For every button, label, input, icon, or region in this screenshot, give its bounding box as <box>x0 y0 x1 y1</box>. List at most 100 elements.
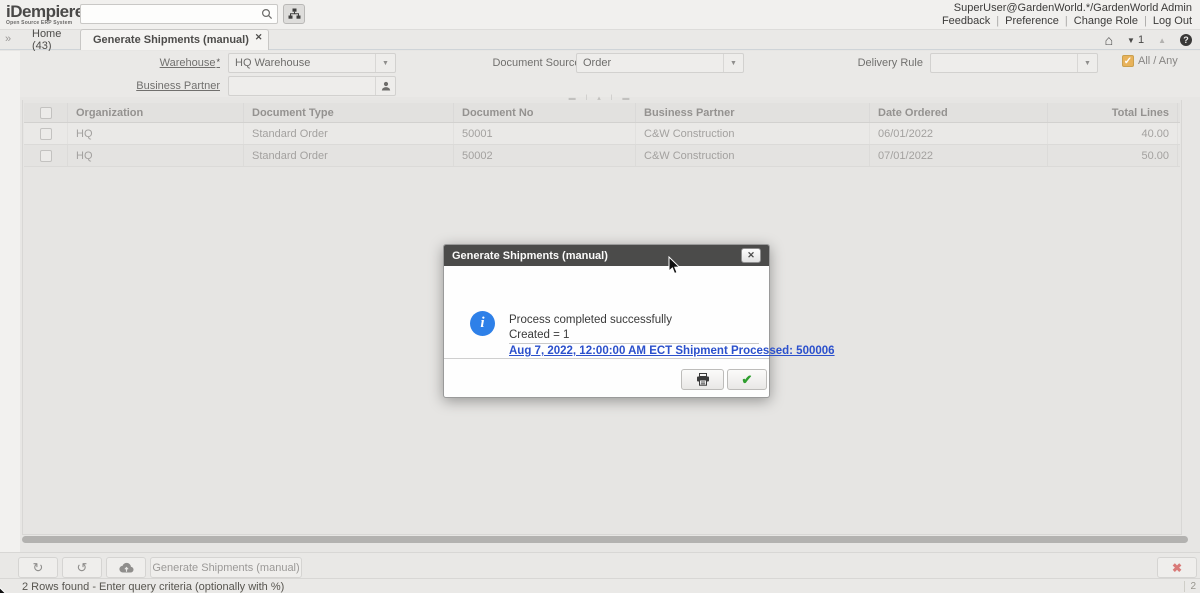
document-source-combobox[interactable]: Order ▼ <box>576 53 744 73</box>
bottom-toolbar: ↻ ↺ Generate Shipments (manual) ✖ <box>0 552 1200 578</box>
chevron-up-icon[interactable]: ▲ <box>1158 36 1166 45</box>
table-row[interactable]: HQ Standard Order 50001 C&W Construction… <box>24 123 1180 145</box>
tab-close-icon[interactable]: ✕ <box>255 32 263 43</box>
home-icon[interactable]: ⌂ <box>1105 32 1113 48</box>
tab-label: Generate Shipments (manual) <box>93 34 249 46</box>
delivery-rule-combobox[interactable]: ▼ <box>930 53 1098 73</box>
search-icon[interactable] <box>257 5 277 23</box>
mouse-cursor-artifact <box>0 584 9 593</box>
business-partner-label: Business Partner <box>125 80 220 92</box>
cell-total-lines: 50.00 <box>1048 145 1178 166</box>
generate-shipments-button[interactable]: Generate Shipments (manual) <box>150 557 302 578</box>
document-source-label: Document Source <box>475 57 585 69</box>
delivery-rule-value <box>931 54 1077 72</box>
reset-button[interactable]: ↺ <box>62 557 102 578</box>
tab-bar: » Home (43) Generate Shipments (manual) … <box>0 30 1200 50</box>
chevron-down-icon[interactable]: ▼ <box>1077 54 1097 72</box>
app-logo-title: iDempiere <box>6 2 84 22</box>
dialog-body: i Process completed successfully Created… <box>444 266 769 358</box>
application-window: iDempiere Open Source ERP System SuperUs… <box>0 0 1200 593</box>
collapsed-west-panel[interactable] <box>0 51 20 578</box>
horizontal-scrollbar[interactable] <box>22 536 1188 543</box>
cell-total-lines: 40.00 <box>1048 123 1178 144</box>
export-button[interactable] <box>106 557 146 578</box>
dialog-close-button[interactable]: ✕ <box>741 248 761 263</box>
row-select-cell <box>24 145 68 166</box>
chevron-down-icon[interactable]: ▼ <box>375 54 395 72</box>
window-selector[interactable]: ▼ 1 <box>1127 34 1144 46</box>
cancel-button[interactable]: ✖ <box>1157 557 1197 578</box>
all-any-checkbox[interactable]: ✓ All / Any <box>1122 55 1178 67</box>
cell-document-no: 50002 <box>454 145 636 166</box>
divider: | <box>996 15 999 27</box>
sitemap-button[interactable] <box>283 4 305 24</box>
dialog-titlebar[interactable]: Generate Shipments (manual) ✕ <box>444 245 769 266</box>
column-header-business-partner[interactable]: Business Partner <box>636 103 870 122</box>
table-header-row: Organization Document Type Document No B… <box>24 103 1180 123</box>
preference-link[interactable]: Preference <box>1005 15 1059 27</box>
cell-date-ordered: 06/01/2022 <box>870 123 1048 144</box>
expand-sidebar-icon[interactable]: » <box>5 33 11 45</box>
status-row-count: 2 <box>1184 581 1196 592</box>
status-bar: 2 Rows found - Enter query criteria (opt… <box>0 578 1200 593</box>
undo-icon: ↺ <box>77 560 88 576</box>
table-row[interactable]: HQ Standard Order 50002 C&W Construction… <box>24 145 1180 167</box>
user-role-info: SuperUser@GardenWorld.*/GardenWorld Admi… <box>954 2 1192 14</box>
chevron-down-icon[interactable]: ▼ <box>723 54 743 72</box>
help-icon[interactable]: ? <box>1180 34 1192 46</box>
warehouse-value: HQ Warehouse <box>229 54 375 72</box>
column-header-document-no[interactable]: Document No <box>454 103 636 122</box>
cell-business-partner: C&W Construction <box>636 123 870 144</box>
ok-button[interactable]: ✔ <box>727 369 767 390</box>
change-role-link[interactable]: Change Role <box>1074 15 1138 27</box>
status-message: 2 Rows found - Enter query criteria (opt… <box>22 581 284 593</box>
message-divider <box>509 343 759 344</box>
tab-generate-shipments[interactable]: Generate Shipments (manual) ✕ <box>80 29 269 50</box>
divider: | <box>1144 15 1147 27</box>
select-all-checkbox[interactable] <box>40 107 52 119</box>
app-logo-tagline: Open Source ERP System <box>6 20 84 26</box>
process-result-dialog: Generate Shipments (manual) ✕ i Process … <box>443 244 770 398</box>
warehouse-combobox[interactable]: HQ Warehouse ▼ <box>228 53 396 73</box>
shipment-processed-link[interactable]: Aug 7, 2022, 12:00:00 AM ECT Shipment Pr… <box>509 345 835 357</box>
dialog-message-line1: Process completed successfully <box>509 314 672 326</box>
top-header: iDempiere Open Source ERP System SuperUs… <box>0 0 1200 30</box>
mouse-cursor <box>668 256 681 275</box>
cell-date-ordered: 07/01/2022 <box>870 145 1048 166</box>
chevron-down-icon: ▼ <box>1127 36 1135 45</box>
person-icon[interactable] <box>375 77 395 95</box>
app-logo: iDempiere Open Source ERP System <box>6 2 84 26</box>
column-header-total-lines[interactable]: Total Lines <box>1048 103 1178 122</box>
feedback-link[interactable]: Feedback <box>942 15 990 27</box>
select-all-cell <box>24 103 68 122</box>
tab-home[interactable]: Home (43) <box>20 30 78 50</box>
window-count: 1 <box>1138 34 1144 46</box>
business-partner-field[interactable] <box>228 76 396 96</box>
checkbox-checked-icon[interactable]: ✓ <box>1122 55 1134 67</box>
all-any-label: All / Any <box>1138 55 1178 67</box>
logout-link[interactable]: Log Out <box>1153 15 1192 27</box>
row-select-cell <box>24 123 68 144</box>
query-criteria-panel: Warehouse HQ Warehouse ▼ Document Source… <box>20 51 1200 97</box>
warehouse-label: Warehouse <box>105 57 220 69</box>
cell-business-partner: C&W Construction <box>636 145 870 166</box>
print-button[interactable] <box>681 369 724 390</box>
business-partner-value <box>229 77 375 95</box>
close-icon: ✕ <box>747 251 755 260</box>
tabbar-actions: ⌂ ▼ 1 ▲ ? <box>1105 32 1192 48</box>
cell-document-no: 50001 <box>454 123 636 144</box>
cell-document-type: Standard Order <box>244 145 454 166</box>
column-header-document-type[interactable]: Document Type <box>244 103 454 122</box>
column-header-date-ordered[interactable]: Date Ordered <box>870 103 1048 122</box>
row-checkbox[interactable] <box>40 150 52 162</box>
printer-icon <box>696 373 710 386</box>
search-input[interactable] <box>81 6 257 22</box>
row-checkbox[interactable] <box>40 128 52 140</box>
dialog-message-line2: Created = 1 <box>509 329 569 341</box>
sitemap-icon <box>288 8 301 20</box>
results-table: Organization Document Type Document No B… <box>24 103 1180 167</box>
refresh-button[interactable]: ↻ <box>18 557 58 578</box>
cell-document-type: Standard Order <box>244 123 454 144</box>
column-header-organization[interactable]: Organization <box>68 103 244 122</box>
global-search[interactable] <box>80 4 278 24</box>
